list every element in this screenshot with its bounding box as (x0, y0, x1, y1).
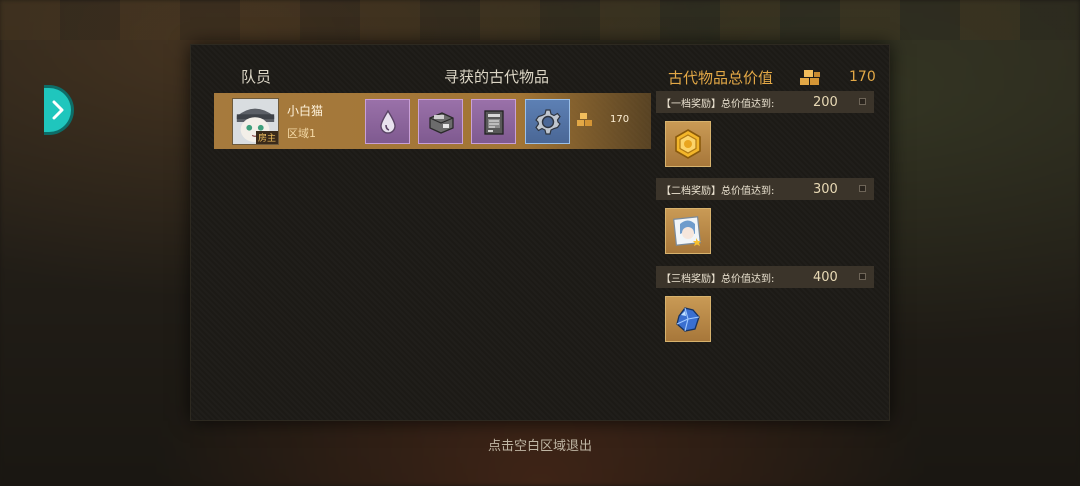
total-value: 170 (849, 69, 876, 85)
gold-coin-icon (675, 129, 701, 159)
exit-hint[interactable]: 点击空白区域退出 (0, 435, 1080, 454)
items-column-header: 寻获的古代物品 (444, 68, 550, 86)
host-tag: 房主 (255, 131, 278, 144)
avatar[interactable]: 房主 (232, 98, 279, 145)
member-items-value: 170 (610, 114, 630, 125)
chevron-right-icon (52, 100, 63, 120)
water-drop-icon (379, 109, 396, 134)
gold-bars-icon (800, 70, 820, 85)
tier-label: 【三档奖励】总价值达到: (661, 273, 775, 285)
tier-status-box (859, 273, 866, 280)
reward-item-2[interactable] (665, 208, 711, 254)
reward-tier-3: 【三档奖励】总价值达到: 400 (656, 266, 874, 288)
reward-item-1[interactable] (665, 121, 711, 167)
tier-label: 【一档奖励】总价值达到: (661, 98, 775, 110)
reward-tier-2: 【二档奖励】总价值达到: 300 (656, 178, 874, 200)
found-item-1[interactable] (365, 99, 410, 144)
tier-threshold: 300 (813, 181, 838, 197)
gear-icon (534, 108, 561, 135)
member-zone: 区域1 (287, 127, 316, 140)
background-bar (0, 0, 1080, 40)
total-value-label: 古代物品总价值 (668, 69, 774, 87)
circuit-panel-icon (483, 109, 504, 135)
reward-tier-1: 【一档奖励】总价值达到: 200 (656, 91, 874, 113)
found-item-2[interactable] (418, 99, 463, 144)
tier-threshold: 200 (813, 94, 838, 110)
ancient-items-panel: 队员 寻获的古代物品 古代物品总价值 170 房主 小白猫 区域1 170 【一… (190, 44, 890, 421)
reward-item-3[interactable] (665, 296, 711, 342)
character-portrait-icon (673, 216, 701, 246)
tier-status-box (859, 98, 866, 105)
blue-crystal-icon (676, 307, 700, 332)
tier-status-box (859, 185, 866, 192)
tier-threshold: 400 (813, 269, 838, 285)
member-row[interactable]: 房主 小白猫 区域1 170 (214, 93, 651, 149)
tier-label: 【二档奖励】总价值达到: (661, 185, 775, 197)
machine-block-icon (428, 111, 454, 134)
found-item-3[interactable] (471, 99, 516, 144)
member-name: 小白猫 (287, 104, 324, 118)
gold-bars-icon (577, 113, 592, 126)
found-item-4[interactable] (525, 99, 570, 144)
member-column-header: 队员 (241, 68, 272, 86)
